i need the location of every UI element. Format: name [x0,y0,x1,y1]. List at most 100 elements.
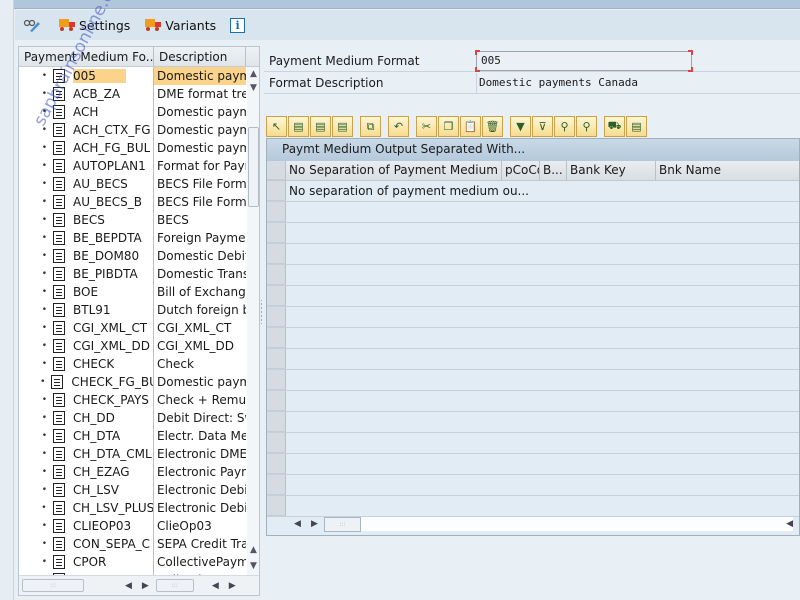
tree-node[interactable]: • CLIEOP03 ClieOp03 [19,517,247,535]
col-header-pcocd[interactable]: pCoCd [502,161,540,180]
tree-node[interactable]: • CH_DTA_CML Electronic DME I [19,445,247,463]
scroll-up-icon[interactable]: ▲ [247,543,259,557]
col-header-no-separation[interactable]: No Separation of Payment Medium ... [286,161,502,180]
cut-button[interactable]: ✂ [416,116,437,137]
grid-row[interactable] [267,244,799,265]
tree-vertical-scrollbar[interactable]: ▲ ▼ ▲ ▼ [247,67,259,577]
scroll-up-icon[interactable]: ▲ [247,67,259,81]
tree-node[interactable]: • BE_DOM80 Domestic Debit [19,247,247,265]
grid-row[interactable] [267,475,799,496]
scroll-thumb[interactable] [248,127,259,207]
grid-cell[interactable] [286,475,799,495]
col-header-bank-key[interactable]: Bank Key [567,161,656,180]
tree-header-description[interactable]: Description [154,47,246,66]
scroll-left-icon[interactable]: ◀ [294,519,301,529]
row-selector[interactable] [267,307,286,327]
tree-node[interactable]: • CON_SEPA_C SEPA Credit Tra [19,535,247,553]
hscroll-thumb[interactable]: ::: [22,579,84,592]
row-selector[interactable] [267,244,286,264]
row-selector[interactable] [267,286,286,306]
tree-node[interactable]: • CH_DTA Electr. Data Med [19,427,247,445]
tree-node[interactable]: • CHECK_FG_BU Domestic payme [19,373,247,391]
tree-node[interactable]: • CH_EZAG Electronic Paym [19,463,247,481]
grid-cell[interactable] [286,454,799,474]
tree-node[interactable]: • CPOR CollectivePayme [19,553,247,571]
grid-cell[interactable] [286,244,799,264]
grid-cell[interactable] [286,307,799,327]
format-field[interactable]: 005 [475,49,693,72]
paste-button[interactable]: 📋 [460,116,481,137]
tree-node[interactable]: • CH_LSV Electronic Debit [19,481,247,499]
filter-button[interactable]: ▼ [510,116,531,137]
col-header-bank-country[interactable]: B... [540,161,567,180]
tree-node[interactable]: • CGI_XML_CT CGI_XML_CT [19,319,247,337]
row-selector[interactable] [267,391,286,411]
details-button[interactable]: ↖ [266,116,287,137]
hscroll-thumb[interactable]: ::: [324,517,361,532]
scroll-down-icon[interactable]: ▼ [247,81,259,95]
row-selector[interactable] [267,202,286,222]
tree-node[interactable]: • ACH_CTX_FG Domestic payme [19,121,247,139]
tree-horizontal-scrollbar[interactable]: ::: ◀ ▶ ::: ◀ ▶ [19,575,259,595]
row-selector[interactable] [267,496,286,516]
row-selector[interactable] [267,475,286,495]
row-selector[interactable] [267,412,286,432]
tree-node[interactable]: • 005 Domestic payme [19,67,247,85]
grid-row[interactable]: No separation of payment medium ou... [267,181,799,202]
grid-cell[interactable] [286,496,799,516]
scroll-down-icon[interactable]: ▼ [247,559,259,573]
grid-cell[interactable]: No separation of payment medium ou... [286,181,799,201]
scroll-right-icon[interactable]: ▶ [142,581,149,591]
variants-button[interactable]: Variants [144,17,216,33]
grid-row[interactable] [267,454,799,475]
row-selector[interactable] [267,433,286,453]
tree-node[interactable]: • ACH Domestic payme [19,103,247,121]
tree-node[interactable]: • BTL91 Dutch foreign b [19,301,247,319]
scroll-left-icon[interactable]: ◀ [125,581,132,591]
tree-node[interactable]: • AU_BECS BECS File Format [19,175,247,193]
select-all-button[interactable]: ▤ [288,116,309,137]
row-selector[interactable] [267,181,286,201]
row-selector[interactable] [267,349,286,369]
grid-cell[interactable] [286,202,799,222]
select-all-rows[interactable] [267,161,286,180]
undo-button[interactable]: ↶ [388,116,409,137]
tree-node[interactable]: • CHECK_PAYS Check + Remun [19,391,247,409]
grid-cell[interactable] [286,370,799,390]
row-selector[interactable] [267,223,286,243]
grid-cell[interactable] [286,223,799,243]
grid-row[interactable] [267,391,799,412]
grid-row[interactable] [267,496,799,517]
scroll-right-icon[interactable]: ▶ [311,519,318,529]
scroll-left-icon[interactable]: ◀ [212,581,219,591]
grid-row[interactable] [267,433,799,454]
row-selector[interactable] [267,328,286,348]
col-header-bank-name[interactable]: Bnk Name [656,161,799,180]
tree-node[interactable]: • CGI_XML_DD CGI_XML_DD [19,337,247,355]
select-block-button[interactable]: ▤ [310,116,331,137]
undo-filter-button[interactable]: ⊽ [532,116,553,137]
tree-node[interactable]: • ACB_ZA DME format tree [19,85,247,103]
grid-row[interactable] [267,349,799,370]
grid-row[interactable] [267,286,799,307]
grid-row[interactable] [267,328,799,349]
tree-node[interactable]: • BE_PIBDTA Domestic Transf [19,265,247,283]
transport-button[interactable]: ⛟ [604,116,625,137]
grid-row[interactable] [267,307,799,328]
delete-button[interactable]: 🗑 [482,116,503,137]
panel-splitter[interactable]: :::::: [260,298,264,330]
hscroll-thumb[interactable]: ::: [155,579,194,592]
display-change-button[interactable] [23,17,44,33]
tree-node[interactable]: • BOE Bill of Exchange [19,283,247,301]
tree-node[interactable]: • AU_BECS_B BECS File Format [19,193,247,211]
tree-header-format[interactable]: Payment Medium Fo... [19,47,154,66]
grid-cell[interactable] [286,412,799,432]
grid-row[interactable] [267,202,799,223]
grid-row[interactable] [267,370,799,391]
copy-row-button[interactable]: ⧉ [360,116,381,137]
tree-node[interactable]: • BE_BEPDTA Foreign Paymen [19,229,247,247]
row-selector[interactable] [267,370,286,390]
settings-button[interactable]: Settings [58,17,130,33]
find-next-button[interactable]: ⚲ [576,116,597,137]
grid-horizontal-scrollbar[interactable]: ◀ ▶ ::: ◀ [267,515,799,533]
